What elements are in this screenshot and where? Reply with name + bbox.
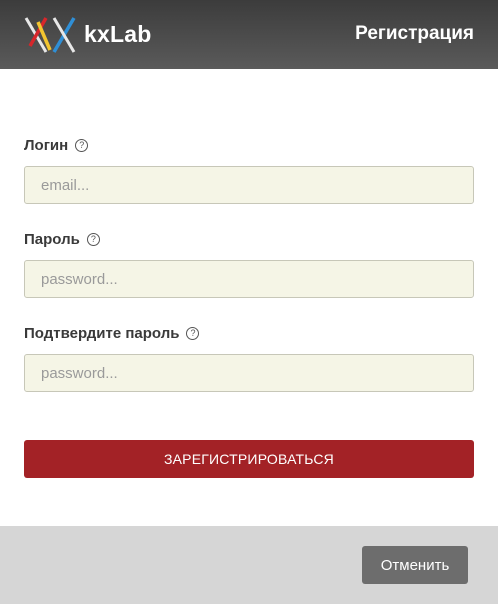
password-input[interactable] xyxy=(24,260,474,298)
dialog-header: kxLab Регистрация xyxy=(0,0,498,69)
dialog-title: Регистрация xyxy=(355,23,474,44)
password-label-text: Пароль xyxy=(24,230,80,248)
kx-logo-icon xyxy=(24,17,76,53)
confirm-password-help-icon[interactable]: ? xyxy=(186,326,200,340)
password-label: Пароль ? xyxy=(24,229,100,249)
login-help-icon[interactable]: ? xyxy=(75,138,89,152)
login-input[interactable] xyxy=(24,166,474,204)
confirm-password-label: Подтвердите пароль ? xyxy=(24,323,200,343)
login-label-text: Логин xyxy=(24,136,69,154)
cancel-button[interactable]: Отменить xyxy=(362,546,468,584)
login-label: Логин ? xyxy=(24,135,89,155)
brand-name: kxLab xyxy=(84,21,152,47)
dialog-footer: Отменить xyxy=(0,526,498,604)
register-button[interactable]: ЗАРЕГИСТРИРОВАТЬСЯ xyxy=(24,440,474,478)
password-help-icon[interactable]: ? xyxy=(86,232,100,246)
confirm-password-label-text: Подтвердите пароль xyxy=(24,324,180,342)
registration-dialog: kxLab Регистрация Логин ? Пароль ? Подтв… xyxy=(0,0,498,604)
confirm-password-input[interactable] xyxy=(24,354,474,392)
